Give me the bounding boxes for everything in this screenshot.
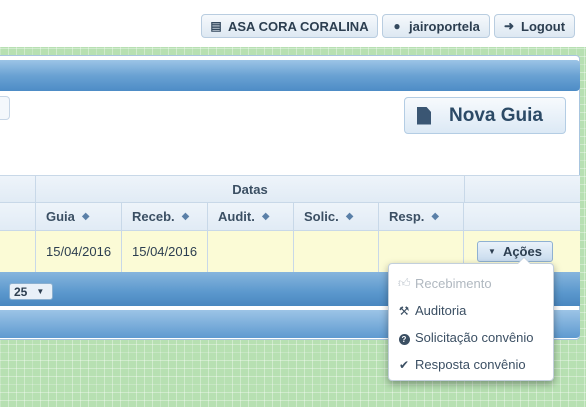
gavel-icon: ⚒ xyxy=(398,303,410,318)
menu-item-auditoria[interactable]: ⚒ Auditoria xyxy=(389,297,553,324)
sort-icon: ◆ xyxy=(345,211,354,222)
top-bar: ▤ ASA CORA CORALINA ● jairoportela ➜ Log… xyxy=(0,0,586,47)
menu-item-solicitacao-convenio[interactable]: ? Solicitação convênio xyxy=(389,324,553,351)
building-icon: ▤ xyxy=(210,19,222,33)
cell-audit xyxy=(208,231,294,272)
page-size-select[interactable]: 25 ▼ xyxy=(9,283,53,300)
logout-button[interactable]: ➜ Logout xyxy=(494,14,575,38)
table-header-row: Guia ◆ Receb. ◆ Audit. ◆ Solic. ◆ Resp. ◆ xyxy=(0,203,580,231)
page-size-value: 25 xyxy=(14,284,28,299)
panel-header xyxy=(0,60,580,91)
cell-solic xyxy=(294,231,379,272)
thumbs-up-icon: 👍︎ xyxy=(398,276,411,290)
actions-dropdown-button[interactable]: ▼ Ações xyxy=(477,241,553,262)
actions-menu: 👍︎ Recebimento ⚒ Auditoria ? Solicitação… xyxy=(388,257,554,381)
sort-icon: ◆ xyxy=(181,211,190,222)
organization-button[interactable]: ▤ ASA CORA CORALINA xyxy=(201,14,378,38)
column-header-resp[interactable]: Resp. ◆ xyxy=(379,203,464,230)
sort-icon: ◆ xyxy=(81,211,90,222)
new-guide-button[interactable]: Nova Guia xyxy=(404,97,566,134)
organization-label: ASA CORA CORALINA xyxy=(228,18,369,34)
column-header-guia[interactable]: Guia ◆ xyxy=(36,203,122,230)
logout-icon: ➜ xyxy=(503,19,515,33)
cell-guia: 15/04/2016 xyxy=(36,231,122,272)
menu-item-recebimento: 👍︎ Recebimento xyxy=(398,276,492,291)
document-icon xyxy=(417,106,431,125)
column-header-solic[interactable]: Solic. ◆ xyxy=(294,203,379,230)
caret-down-icon: ▼ xyxy=(36,287,45,296)
user-icon: ● xyxy=(393,19,401,33)
check-icon: ✔ xyxy=(398,357,410,372)
guides-table: Datas Guia ◆ Receb. ◆ Audit. ◆ Solic. ◆ Resp… xyxy=(0,175,580,273)
column-header-receb[interactable]: Receb. ◆ xyxy=(122,203,208,230)
table-group-header-row: Datas xyxy=(0,176,580,203)
new-guide-label: Nova Guia xyxy=(449,104,543,126)
menu-item-resposta-convenio[interactable]: ✔ Resposta convênio xyxy=(389,351,553,378)
caret-down-icon: ▼ xyxy=(488,247,496,256)
logout-label: Logout xyxy=(521,18,566,34)
username-label: jairoportela xyxy=(409,18,480,34)
cell-receb: 15/04/2016 xyxy=(122,231,208,272)
group-header-datas: Datas xyxy=(232,182,268,197)
sort-icon: ◆ xyxy=(431,211,440,222)
filter-field-stub[interactable] xyxy=(0,96,10,120)
question-circle-icon: ? xyxy=(398,331,410,345)
user-button[interactable]: ● jairoportela xyxy=(382,14,490,38)
sort-icon: ◆ xyxy=(261,211,270,222)
column-header-audit[interactable]: Audit. ◆ xyxy=(208,203,294,230)
